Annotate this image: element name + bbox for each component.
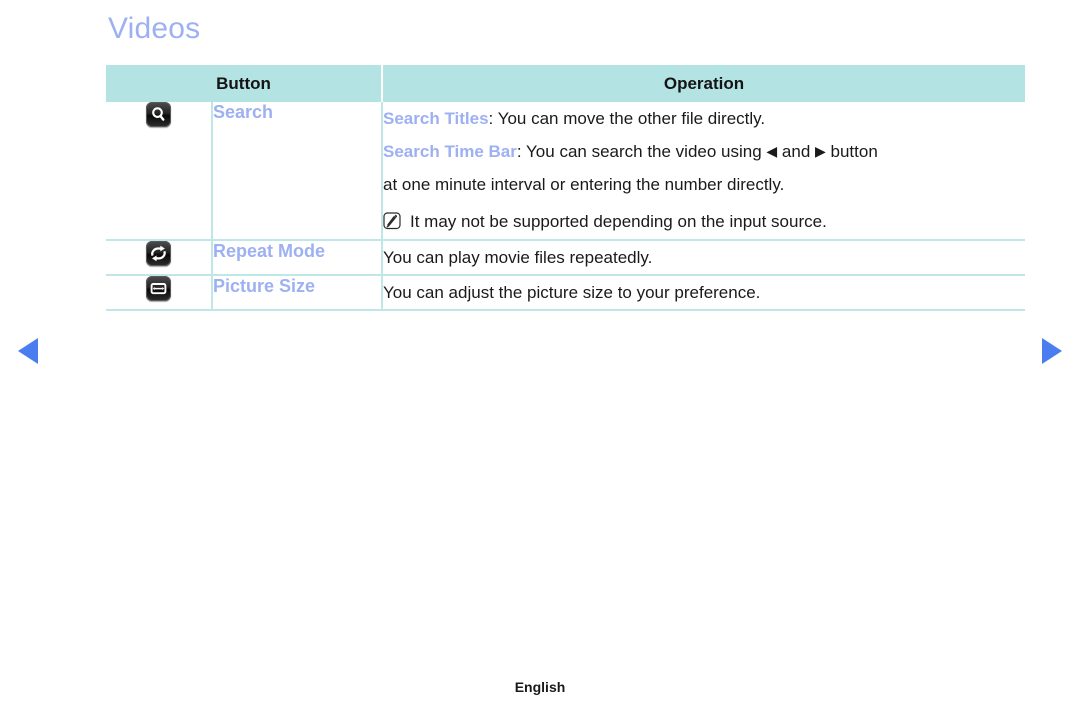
operation-text: at one minute interval or entering the n…: [383, 175, 785, 195]
operation-cell-picture-size: You can adjust the picture size to your …: [382, 274, 1026, 311]
right-arrow-glyph-icon: ▶: [815, 143, 826, 160]
left-arrow-glyph-icon: ◀: [766, 143, 778, 160]
table-row: Repeat Mode You can play movie files rep…: [106, 239, 1026, 276]
table-header-row: Button Operation: [106, 65, 1026, 102]
operation-term: Search Titles: [383, 109, 489, 128]
operation-text: button: [825, 142, 878, 162]
operation-cell-search: Search Titles: You can move the other fi…: [382, 102, 1026, 241]
button-name-repeat-mode: Repeat Mode: [212, 239, 384, 276]
operation-text: You can move the other file directly.: [497, 109, 766, 128]
note-line: It may not be supported depending on the…: [383, 205, 1025, 238]
operation-text: You can search the video using: [526, 142, 767, 162]
column-header-button: Button: [106, 65, 384, 102]
button-name-search: Search: [212, 102, 384, 241]
picture-size-icon[interactable]: [146, 275, 171, 301]
operation-text: You can play movie files repeatedly.: [383, 247, 653, 267]
operation-separator: :: [516, 142, 527, 162]
operation-separator: :: [488, 109, 498, 128]
button-name-picture-size: Picture Size: [212, 274, 384, 311]
operation-line: You can play movie files repeatedly.: [383, 241, 1025, 274]
note-text: It may not be supported depending on the…: [410, 212, 827, 232]
manual-page: Videos Button Operation Search Search Ti…: [0, 0, 1080, 705]
button-icon-cell: [106, 274, 213, 311]
previous-page-button[interactable]: [18, 338, 38, 364]
operation-line: Search Titles: You can move the other fi…: [383, 102, 1025, 135]
operation-line: Search Time Bar: You can search the vide…: [383, 135, 1025, 168]
operation-line: You can adjust the picture size to your …: [383, 276, 1025, 309]
button-icon-cell: [106, 239, 213, 276]
next-page-button[interactable]: [1042, 338, 1062, 364]
operation-line: at one minute interval or entering the n…: [383, 168, 1025, 201]
table-row: Picture Size You can adjust the picture …: [106, 274, 1026, 311]
table-row: Search Search Titles: You can move the o…: [106, 102, 1026, 241]
note-icon: [383, 208, 402, 230]
footer-language-label: English: [514, 679, 566, 695]
column-header-operation: Operation: [382, 65, 1026, 102]
operation-cell-repeat-mode: You can play movie files repeatedly.: [382, 239, 1026, 276]
search-icon[interactable]: [146, 102, 171, 127]
button-icon-cell: [106, 102, 213, 241]
operation-text: You can adjust the picture size to your …: [383, 282, 761, 302]
operation-text: and: [777, 142, 815, 162]
page-title: Videos: [108, 12, 201, 45]
button-operation-table: Button Operation Search Search Titles: Y…: [106, 65, 1026, 311]
operation-term: Search Time Bar: [383, 142, 517, 162]
repeat-icon[interactable]: [146, 240, 171, 266]
